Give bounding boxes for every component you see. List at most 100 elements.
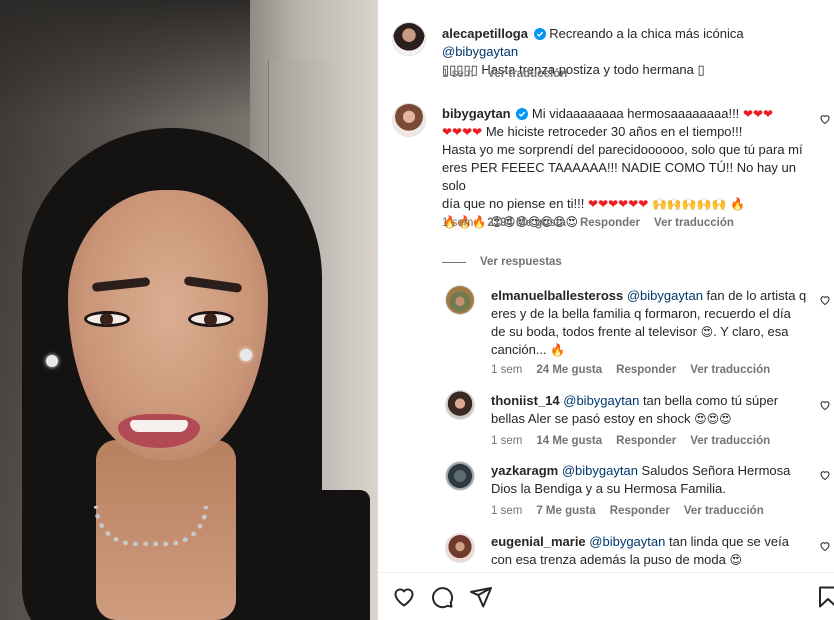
caption-text: Recreando a la chica más icónica (549, 26, 744, 41)
avatar-image (446, 391, 474, 419)
avatar-image (393, 104, 425, 136)
heart-emoji-icon: ❤❤❤❤ (442, 125, 483, 139)
comment-mention[interactable]: @bibygaytan (563, 393, 639, 408)
fire-emoji-icon: 🔥 (550, 343, 566, 357)
comment-line: fan de lo artista q (702, 288, 807, 303)
comment-like-heart-icon[interactable] (819, 540, 831, 552)
comment-username[interactable]: bibygaytan (442, 106, 511, 121)
raising-hands-emoji-icon: 🙌🙌🙌🙌🙌 (651, 197, 727, 211)
comment-username[interactable]: thoniist_14 (491, 393, 560, 408)
caption-time[interactable]: 1 sem (442, 68, 473, 80)
person-teeth (130, 420, 188, 432)
comment-line: con esa trenza además la puso de moda (491, 552, 726, 567)
comment-likes[interactable]: 14 Me gusta (536, 435, 602, 447)
fire-emoji-icon: 🔥 (730, 197, 746, 211)
comment-line: canción... (491, 342, 547, 357)
reply-button[interactable]: Responder (580, 217, 640, 229)
comment-like-heart-icon[interactable] (819, 469, 831, 481)
comment-line: Hasta yo me sorprendí del parecidoooooo,… (442, 142, 803, 157)
comment-icon[interactable] (430, 585, 454, 609)
comment-time[interactable]: 1 sem (442, 217, 473, 229)
replies-divider (442, 261, 466, 263)
translate-button[interactable]: Ver traducción (684, 505, 764, 517)
comment-text: eugenial_marie @bibygaytan tan linda que… (491, 533, 821, 569)
comment-line: tan bella como tú súper (639, 393, 779, 408)
post-video[interactable] (0, 0, 377, 620)
person-right-eye (188, 311, 234, 327)
avatar[interactable] (392, 103, 426, 137)
caption-username[interactable]: alecapetilloga (442, 26, 528, 41)
heart-eyes-emoji-icon: 😍 (700, 325, 714, 339)
verified-badge-icon (516, 108, 529, 120)
view-replies-label: Ver respuestas (480, 256, 562, 268)
comment-line: día que no piense en ti!!! (442, 196, 585, 211)
comment-text: thoniist_14 @bibygaytan tan bella como t… (491, 392, 821, 428)
caption-mention[interactable]: @bibygaytan (442, 44, 518, 59)
heart-eyes-emoji-icon: 😍 (729, 553, 743, 567)
comment-like-heart-icon[interactable] (819, 294, 831, 306)
comment-meta: 1 sem 2194 Me gusta Responder Ver traduc… (442, 217, 734, 229)
comment-time[interactable]: 1 sem (491, 364, 522, 376)
comment-likes[interactable]: 7 Me gusta (536, 505, 595, 517)
comment-line: eres PER FEEEC TAAAAAA!!! NADIE COMO TÚ!… (442, 160, 796, 193)
clothing-top (290, 490, 370, 620)
comments-scroll-area[interactable]: alecapetilloga Recreando a la chica más … (378, 0, 834, 572)
reply-button[interactable]: Responder (616, 435, 676, 447)
comment-line: Saludos Señora Hermosa (637, 463, 791, 478)
comment-line: bellas Aler se pasó estoy en shock (491, 411, 691, 426)
comment-likes[interactable]: 24 Me gusta (536, 364, 602, 376)
avatar[interactable] (445, 390, 475, 420)
comment-text: yazkaragm @bibygaytan Saludos Señora Her… (491, 462, 821, 498)
avatar[interactable] (445, 533, 475, 563)
comment-meta: 1 sem 14 Me gusta Responder Ver traducci… (491, 435, 770, 447)
avatar-image (393, 23, 425, 55)
comment-line: eres y de la bella familia q formaron, r… (491, 306, 791, 321)
reply-button[interactable]: Responder (610, 505, 670, 517)
comment-username[interactable]: yazkaragm (491, 463, 558, 478)
comment-meta: 1 sem 7 Me gusta Responder Ver traducció… (491, 505, 764, 517)
comment-text: elmanuelballesteross @bibygaytan fan de … (491, 287, 821, 359)
post-action-bar (378, 572, 834, 620)
heart-emoji-icon: ❤❤❤ (742, 107, 774, 121)
comment-text: bibygaytan Mi vidaaaaaaaa hermosaaaaaaaa… (442, 105, 814, 231)
comment-username[interactable]: elmanuelballesteross (491, 288, 623, 303)
avatar[interactable] (392, 22, 426, 56)
instagram-post-view: alecapetilloga Recreando a la chica más … (0, 0, 834, 620)
reply-button[interactable]: Responder (616, 364, 676, 376)
translate-button[interactable]: Ver traducción (690, 435, 770, 447)
avatar[interactable] (445, 285, 475, 315)
bookmark-icon[interactable] (816, 585, 834, 609)
share-icon[interactable] (469, 585, 493, 609)
translate-button[interactable]: Ver traducción (654, 217, 734, 229)
avatar-image (446, 286, 474, 314)
caption-meta: 1 sem Ver traducción (442, 68, 567, 80)
comment-line: Dios la Bendiga y a su Hermosa Familia. (491, 481, 726, 496)
comment-likes[interactable]: 2194 Me gusta (487, 217, 566, 229)
view-replies-button[interactable]: Ver respuestas (442, 256, 562, 268)
avatar[interactable] (445, 461, 475, 491)
comment-mention[interactable]: @bibygaytan (562, 463, 638, 478)
comment-mention[interactable]: @bibygaytan (627, 288, 703, 303)
heart-eyes-emoji-icon: 😍😍😍 (694, 412, 732, 426)
left-earring (46, 355, 58, 367)
heart-icon[interactable] (392, 585, 416, 609)
comment-line: Me hiciste retroceder 30 años en el tiem… (485, 124, 743, 139)
comment-mention[interactable]: @bibygaytan (589, 534, 665, 549)
avatar-image (446, 534, 474, 562)
comments-panel: alecapetilloga Recreando a la chica más … (377, 0, 834, 620)
comment-line: de su boda, todos frente al televisor (491, 324, 697, 339)
comment-like-heart-icon[interactable] (819, 113, 831, 125)
heart-emoji-icon: ❤❤❤❤❤❤ (588, 197, 649, 211)
caption-translate-button[interactable]: Ver traducción (487, 68, 567, 80)
translate-button[interactable]: Ver traducción (690, 364, 770, 376)
comment-time[interactable]: 1 sem (491, 435, 522, 447)
comment-like-heart-icon[interactable] (819, 399, 831, 411)
person-left-eye (84, 311, 130, 327)
comment-line: . Y claro, esa (713, 324, 789, 339)
verified-badge-icon (533, 28, 546, 40)
comment-line: tan linda que se veía (665, 534, 789, 549)
comment-meta: 1 sem 24 Me gusta Responder Ver traducci… (491, 364, 770, 376)
comment-username[interactable]: eugenial_marie (491, 534, 586, 549)
avatar-image (446, 462, 474, 490)
comment-time[interactable]: 1 sem (491, 505, 522, 517)
